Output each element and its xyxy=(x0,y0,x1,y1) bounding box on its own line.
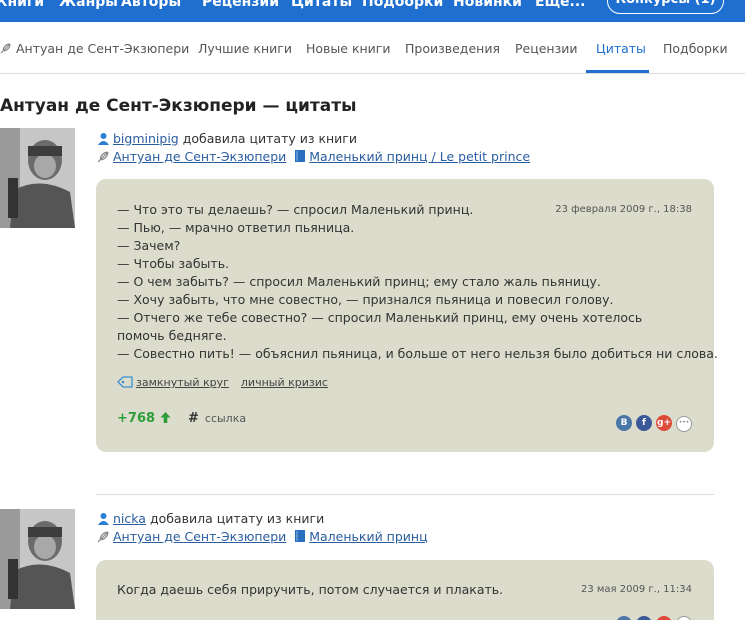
nav-new[interactable]: Новинки xyxy=(453,0,522,10)
more-icon[interactable]: ··· xyxy=(676,416,692,432)
nav-books[interactable]: Книги xyxy=(0,0,44,10)
quote-line: — Совестно пить! — объяснил пьяница, и б… xyxy=(117,346,718,361)
more-icon[interactable] xyxy=(676,616,692,620)
quote-line: — Отчего же тебе совестно? — спросил Мал… xyxy=(117,310,643,343)
top-navigation: Книги Жанры Авторы Рецензии Цитаты Подбо… xyxy=(0,0,745,22)
action-text: добавила цитату из книги xyxy=(149,511,325,526)
subnav-author-label: Антуан де Сент-Экзюпери xyxy=(15,41,190,56)
quote-author-line: bigminipig добавила цитату из книги xyxy=(97,131,357,146)
quote-author-line: nicka добавила цитату из книги xyxy=(97,511,324,526)
google-plus-icon[interactable]: g+ xyxy=(656,415,672,431)
user-link[interactable]: bigminipig xyxy=(113,131,179,146)
quote-source-line: Антуан де Сент-Экзюпери Маленький принц xyxy=(97,529,428,544)
author-link[interactable]: Антуан де Сент-Экзюпери xyxy=(113,529,286,544)
quote-text: Когда даешь себя приручить, потом случае… xyxy=(117,581,667,599)
active-tab-indicator xyxy=(586,70,649,73)
tag-icon xyxy=(117,376,133,388)
subnav-new-books[interactable]: Новые книги xyxy=(306,41,391,56)
share-buttons xyxy=(612,616,692,620)
google-plus-icon[interactable] xyxy=(656,616,672,620)
share-buttons: Bf g+ ··· xyxy=(612,410,692,432)
feather-icon xyxy=(97,151,109,163)
vk-icon[interactable] xyxy=(616,616,632,620)
user-icon xyxy=(98,133,109,145)
vk-icon[interactable]: B xyxy=(616,415,632,431)
nav-quotes[interactable]: Цитаты xyxy=(291,0,352,10)
subnav-quotes[interactable]: Цитаты xyxy=(596,41,646,56)
rating-value: +768 xyxy=(117,411,156,426)
nav-collections[interactable]: Подборки xyxy=(362,0,443,10)
book-link[interactable]: Маленький принц xyxy=(309,529,427,544)
quote-card: 23 февраля 2009 г., 18:38 — Что это ты д… xyxy=(96,179,718,452)
hash-icon: # xyxy=(188,411,199,426)
avatar-photo xyxy=(0,128,75,228)
subnav-best-books[interactable]: Лучшие книги xyxy=(198,41,292,56)
permalink-label: ссылка xyxy=(204,412,247,425)
quote-card: 23 мая 2009 г., 11:34 Когда даешь себя п… xyxy=(96,560,714,620)
subnav-collections[interactable]: Подборки xyxy=(663,41,728,56)
action-text: добавила цитату из книги xyxy=(182,131,357,146)
user-link[interactable]: nicka xyxy=(113,511,146,526)
facebook-icon[interactable]: f xyxy=(636,415,652,431)
quote-line: — Зачем? xyxy=(117,238,181,253)
book-icon xyxy=(295,530,306,542)
feather-icon xyxy=(0,43,11,54)
facebook-icon[interactable] xyxy=(636,616,652,620)
book-link[interactable]: Маленький принц / Le petit prince xyxy=(309,149,530,164)
quote-line: — Чтобы забыть. xyxy=(117,256,230,271)
book-icon xyxy=(295,150,306,162)
nav-reviews[interactable]: Рецензии xyxy=(202,0,279,10)
author-subnav: Антуан де Сент-Экзюпери Лучшие книги Нов… xyxy=(0,22,745,74)
quote-line: — Пью, — мрачно ответил пьяница. xyxy=(117,220,355,235)
quote-line: — О чем забыть? — спросил Маленький прин… xyxy=(117,274,601,289)
tag-link[interactable]: личный кризис xyxy=(241,376,328,389)
quote-tags: замкнутый круг личный кризис xyxy=(117,376,340,389)
entry-divider xyxy=(96,494,714,495)
permalink[interactable]: # ссылка xyxy=(188,411,246,426)
quote-source-line: Антуан де Сент-Экзюпери Маленький принц … xyxy=(97,149,530,164)
user-icon xyxy=(98,513,109,525)
quote-line: — Что это ты делаешь? — спросил Маленьки… xyxy=(117,202,474,217)
user-avatar[interactable] xyxy=(0,509,75,609)
user-avatar[interactable] xyxy=(0,128,75,228)
nav-authors[interactable]: Авторы xyxy=(121,0,181,10)
nav-genres[interactable]: Жанры xyxy=(59,0,118,10)
nav-more[interactable]: Ещё... xyxy=(535,0,586,10)
quote-line: Когда даешь себя приручить, потом случае… xyxy=(117,582,504,597)
tag-link[interactable]: замкнутый круг xyxy=(136,376,229,389)
rating: +768 xyxy=(117,411,174,426)
subnav-reviews[interactable]: Рецензии xyxy=(515,41,578,56)
page-title: Антуан де Сент-Экзюпери — цитаты xyxy=(0,96,357,116)
subnav-author[interactable]: Антуан де Сент-Экзюпери xyxy=(0,41,189,56)
subnav-works[interactable]: Произведения xyxy=(405,41,500,56)
feather-icon xyxy=(97,531,109,543)
avatar-photo xyxy=(0,509,75,609)
quote-line: — Хочу забыть, что мне совестно, — призн… xyxy=(117,292,614,307)
author-link[interactable]: Антуан де Сент-Экзюпери xyxy=(113,149,286,164)
quote-text: — Что это ты делаешь? — спросил Маленьки… xyxy=(117,201,718,363)
contests-button[interactable]: Конкурсы (1) xyxy=(607,0,724,14)
upvote-arrow-icon[interactable] xyxy=(160,411,171,424)
